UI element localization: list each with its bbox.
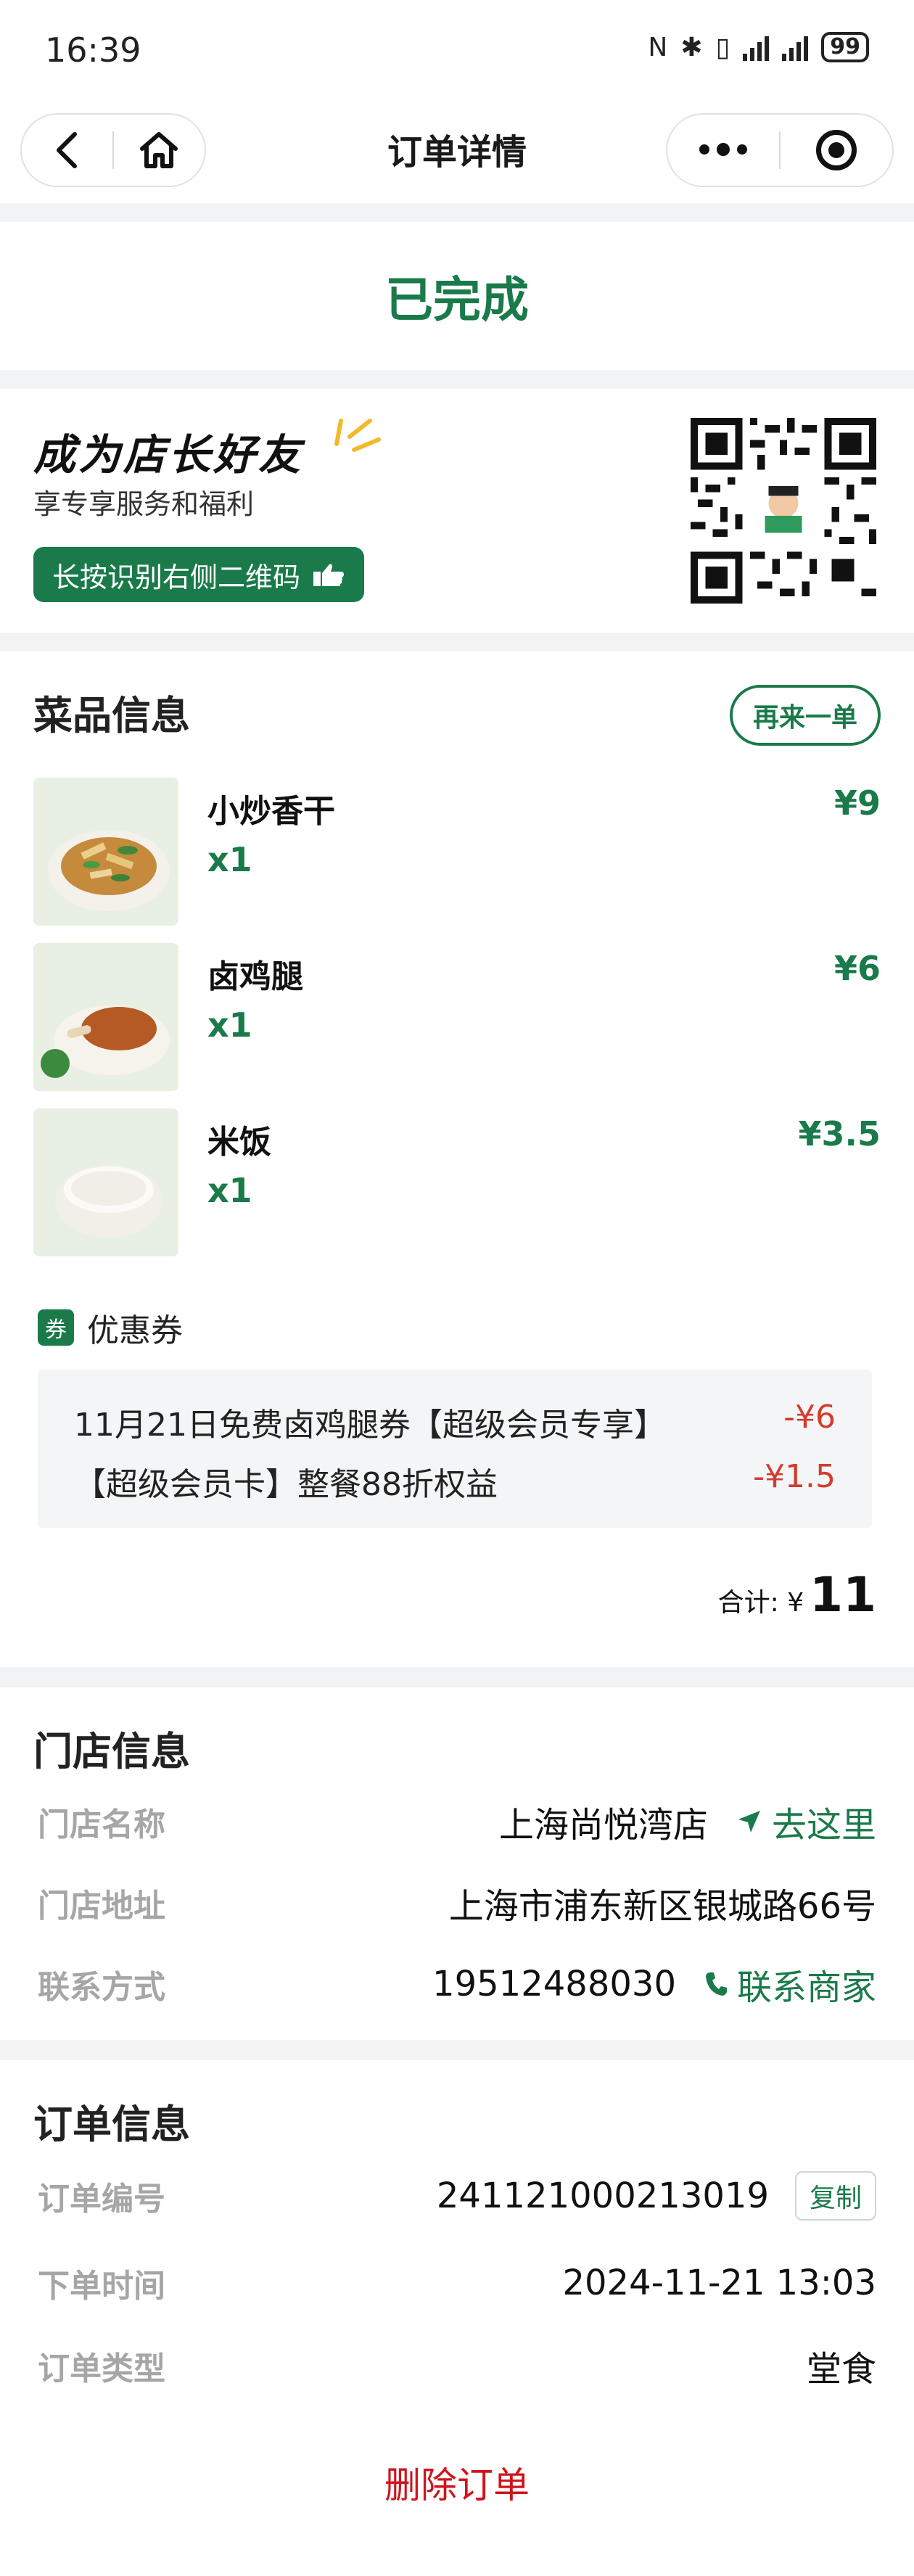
dish-price: ¥6 — [833, 949, 881, 988]
store-section-title: 门店信息 — [33, 1729, 190, 1774]
order-type-value: 堂食 — [806, 2349, 876, 2390]
dish-name: 卤鸡腿 — [207, 958, 303, 995]
dish-image — [33, 943, 178, 1091]
status-time: 16:39 — [45, 30, 141, 70]
dish-quantity: x1 — [207, 1005, 252, 1045]
dish-item: 米饭 x1 ¥3.5 — [33, 1108, 881, 1258]
total-value: 11 — [810, 1567, 876, 1623]
store-address-key: 门店地址 — [38, 1888, 165, 1925]
navigation-arrow-icon — [738, 1811, 760, 1832]
reorder-button[interactable]: 再来一单 — [729, 685, 881, 746]
dish-price: ¥9 — [833, 783, 881, 823]
store-info-card: 门店信息 门店名称 上海尚悦湾店 去这里 门店地址 上海市浦东新区银城路66号 … — [0, 1687, 914, 2040]
store-address-value: 上海市浦东新区银城路66号 — [448, 1886, 876, 1927]
coupon-header: 券 优惠券 — [38, 1304, 183, 1351]
hand-point-icon — [313, 564, 345, 586]
dish-item: 小炒香干 x1 ¥9 — [33, 778, 881, 927]
phone-icon — [705, 1972, 727, 1996]
vibrate-icon: ▯ — [715, 32, 730, 62]
coupon-label: 优惠券 — [87, 1312, 183, 1349]
friend-subtitle: 享专享服务和福利 — [33, 488, 255, 520]
dish-info-card: 菜品信息 再来一单 小炒香干 x1 ¥9 卤鸡腿 x1 ¥6 米饭 x1 ¥3.… — [0, 651, 914, 1667]
store-contact-row: 联系方式 19512488030 联系商家 — [38, 1959, 876, 2009]
order-section-title: 订单信息 — [33, 2102, 190, 2147]
navigate-label: 去这里 — [771, 1805, 876, 1845]
order-time-row: 下单时间 2024-11-21 13:03 — [38, 2258, 876, 2308]
bluetooth-icon: ✱ — [680, 32, 703, 62]
dish-name: 小炒香干 — [207, 793, 335, 830]
coupon-list: 11月21日免费卤鸡腿券【超级会员专享】 -¥6 【超级会员卡】整餐88折权益 … — [38, 1370, 872, 1528]
copy-button[interactable]: 复制 — [794, 2171, 876, 2221]
coupon-row: 11月21日免费卤鸡腿券【超级会员专享】 -¥6 — [74, 1399, 836, 1445]
store-phone-value: 19512488030 — [432, 1964, 676, 2004]
system-icons: Ν ✱ ▯ 99 — [648, 32, 869, 62]
store-name-value: 上海尚悦湾店 — [498, 1805, 708, 1845]
scan-qr-hint-label: 长按识别右侧二维码 — [52, 561, 301, 593]
store-name-row: 门店名称 上海尚悦湾店 去这里 — [38, 1796, 876, 1847]
dish-quantity: x1 — [207, 840, 252, 879]
dish-section-title: 菜品信息 — [33, 693, 190, 738]
call-merchant-button[interactable]: 联系商家 — [704, 1959, 876, 2009]
order-type-key: 订单类型 — [38, 2350, 165, 2387]
dish-price: ¥3.5 — [798, 1114, 881, 1153]
coupon-name: 【超级会员卡】整餐88折权益 — [74, 1466, 498, 1503]
status-bar: 16:39 Ν ✱ ▯ 99 — [0, 0, 914, 102]
dish-name: 米饭 — [207, 1124, 271, 1161]
nav-bar: 订单详情 — [0, 102, 914, 203]
qr-code-image[interactable] — [691, 418, 876, 604]
more-button[interactable] — [667, 115, 779, 186]
order-detail-page: 16:39 Ν ✱ ▯ 99 订单详情 已完成 成为店长好友 享专享服务和福利 … — [0, 0, 914, 2576]
order-number-value: 241121000213019 — [436, 2176, 769, 2216]
navigate-button[interactable]: 去这里 — [736, 1796, 876, 1847]
dish-quantity: x1 — [207, 1171, 252, 1210]
scan-qr-hint-button[interactable]: 长按识别右侧二维码 — [33, 547, 365, 602]
nav-right-capsule — [666, 113, 894, 187]
sparkle-icon — [334, 419, 381, 452]
coupon-row: 【超级会员卡】整餐88折权益 -¥1.5 — [74, 1458, 836, 1505]
more-dots-icon — [699, 143, 747, 156]
order-time-key: 下单时间 — [38, 2268, 165, 2305]
order-type-row: 订单类型 堂食 — [38, 2340, 876, 2391]
order-number-row: 订单编号 241121000213019 复制 — [38, 2170, 876, 2221]
nfc-icon: Ν — [648, 32, 668, 62]
coupon-badge: 券 — [38, 1309, 74, 1346]
order-info-card: 订单信息 订单编号 241121000213019 复制 下单时间 2024-1… — [0, 2060, 914, 2576]
dish-item: 卤鸡腿 x1 ¥6 — [33, 943, 881, 1092]
store-address-row: 门店地址 上海市浦东新区银城路66号 — [38, 1877, 876, 1928]
order-total: 合计: ¥ 11 — [718, 1567, 876, 1623]
signal-icon-2 — [782, 33, 809, 61]
coupon-amount: -¥1.5 — [753, 1458, 836, 1495]
coupon-name: 11月21日免费卤鸡腿券【超级会员专享】 — [74, 1407, 666, 1444]
dish-image — [33, 778, 178, 926]
total-label: 合计: ¥ — [717, 1588, 804, 1618]
coupon-amount: -¥6 — [783, 1399, 836, 1436]
store-name-key: 门店名称 — [38, 1806, 165, 1843]
order-status: 已完成 — [385, 272, 529, 328]
shop-friend-card: 成为店长好友 享专享服务和福利 长按识别右侧二维码 — [0, 389, 914, 633]
dish-image — [33, 1108, 178, 1256]
battery-icon: 99 — [821, 32, 869, 62]
delete-order-button[interactable]: 删除订单 — [0, 2456, 914, 2509]
order-status-card: 已完成 — [0, 222, 914, 370]
record-target-icon — [815, 130, 857, 170]
store-contact-key: 联系方式 — [38, 1969, 165, 2006]
friend-title: 成为店长好友 — [33, 430, 304, 480]
close-miniapp-button[interactable] — [781, 115, 892, 186]
order-number-key: 订单编号 — [38, 2181, 165, 2218]
call-merchant-label: 联系商家 — [736, 1967, 876, 2008]
signal-icon — [743, 33, 770, 61]
order-time-value: 2024-11-21 13:03 — [562, 2263, 876, 2303]
